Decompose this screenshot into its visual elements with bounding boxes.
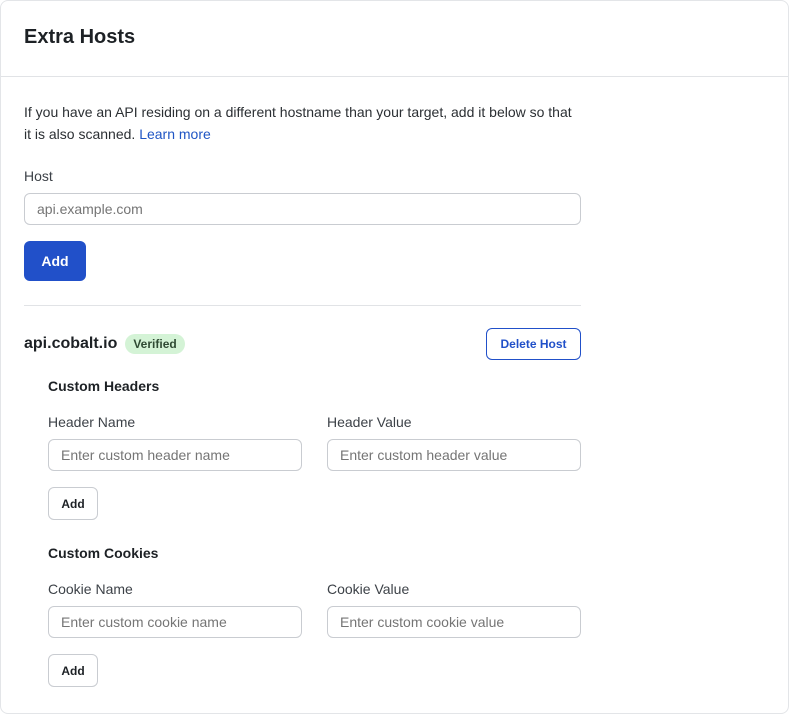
custom-headers-title: Custom Headers: [48, 378, 160, 394]
host-label: Host: [24, 168, 53, 184]
header-value-label: Header Value: [327, 414, 412, 430]
header-name-input[interactable]: [48, 439, 302, 471]
page-title: Extra Hosts: [24, 26, 136, 48]
description: If you have an API residing on a differe…: [24, 101, 581, 145]
cookie-name-label: Cookie Name: [48, 581, 133, 597]
add-cookie-button[interactable]: Add: [48, 654, 98, 687]
add-header-button[interactable]: Add: [48, 487, 98, 520]
custom-headers-section: Custom Headers Header Name Header Value …: [48, 378, 581, 520]
cookie-name-input[interactable]: [48, 606, 302, 638]
card-body: If you have an API residing on a differe…: [24, 77, 581, 687]
cookie-value-label: Cookie Value: [327, 581, 410, 597]
status-badge: Verified: [125, 334, 185, 354]
delete-host-button[interactable]: Delete Host: [486, 328, 581, 360]
host-item-header: api.cobalt.io Verified Delete Host: [24, 328, 581, 360]
cookie-value-input[interactable]: [327, 606, 581, 638]
extra-hosts-card: Extra Hosts If you have an API residing …: [0, 0, 789, 714]
divider: [24, 305, 581, 306]
header-name-label: Header Name: [48, 414, 136, 430]
description-text: If you have an API residing on a differe…: [24, 104, 572, 142]
host-name: api.cobalt.io: [24, 335, 118, 352]
header-value-input[interactable]: [327, 439, 581, 471]
custom-cookies-section: Custom Cookies Cookie Name Cookie Value …: [48, 545, 581, 687]
card-header: Extra Hosts: [1, 1, 788, 77]
host-input[interactable]: [24, 193, 581, 225]
add-host-button[interactable]: Add: [24, 241, 86, 281]
custom-cookies-title: Custom Cookies: [48, 545, 159, 561]
learn-more-link[interactable]: Learn more: [139, 126, 211, 142]
